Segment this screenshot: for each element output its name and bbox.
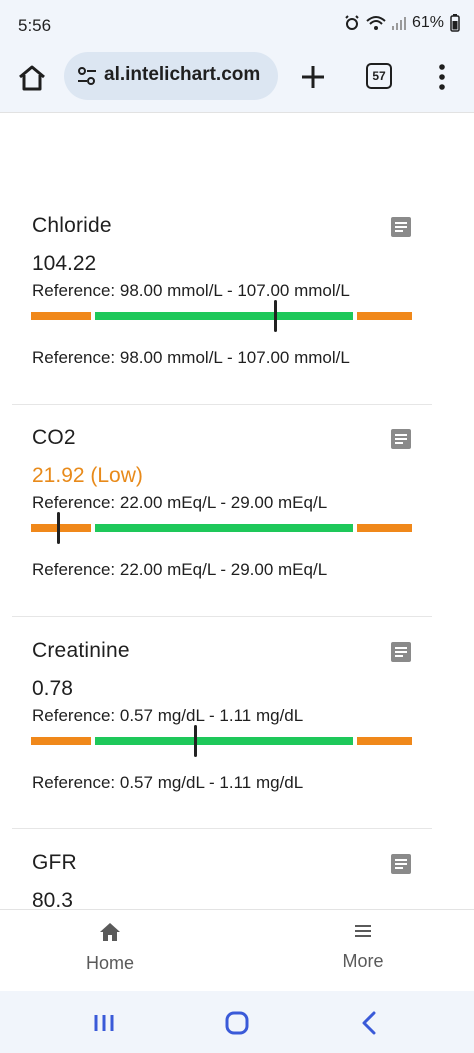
tab-switcher-button[interactable]: 57 — [366, 63, 392, 89]
range-high-segment — [357, 312, 412, 320]
range-high-segment — [357, 524, 412, 532]
lab-reference: Reference: 0.57 mg/dL - 1.11 mg/dL — [32, 706, 304, 725]
notes-icon[interactable] — [390, 853, 412, 875]
tab-count: 57 — [372, 69, 386, 83]
lab-name: CO2 — [32, 426, 76, 449]
range-bar — [31, 725, 412, 757]
lab-name: Creatinine — [32, 639, 130, 662]
lab-name: GFR — [32, 851, 77, 874]
battery-icon — [450, 14, 460, 32]
system-nav-bar — [0, 991, 474, 1053]
nav-more-label: More — [342, 951, 384, 971]
status-bar: 5:56 61% — [0, 0, 474, 52]
range-low-segment — [31, 312, 91, 320]
battery-percent: 61% — [411, 14, 444, 31]
lab-value: 21.92 (Low) — [32, 464, 143, 487]
lab-card-chloride: Chloride 104.22 Reference: 98.00 mmol/L … — [12, 214, 432, 404]
range-low-segment — [31, 524, 91, 532]
range-normal-segment — [95, 312, 353, 320]
nav-home[interactable]: Home — [50, 922, 170, 974]
new-tab-icon[interactable] — [298, 62, 328, 92]
nav-more[interactable]: More — [303, 922, 423, 972]
lab-card-gfr: GFR 80.3 — [12, 851, 432, 909]
home-system-icon[interactable] — [223, 1009, 251, 1037]
more-vert-icon[interactable] — [432, 62, 452, 92]
value-marker — [194, 725, 197, 757]
lab-value: 104.22 — [32, 252, 97, 275]
value-marker — [57, 512, 60, 544]
card-divider — [12, 404, 432, 405]
lab-reference: Reference: 98.00 mmol/L - 107.00 mmol/L — [32, 281, 350, 300]
notes-icon[interactable] — [390, 428, 412, 450]
browser-toolbar: al.intelichart.com 57 — [0, 52, 474, 112]
lab-reference-repeat: Reference: 22.00 mEq/L - 29.00 mEq/L — [32, 560, 328, 579]
lab-card-co2: CO2 21.92 (Low) Reference: 22.00 mEq/L -… — [12, 426, 432, 616]
value-marker — [274, 300, 277, 332]
home-icon[interactable] — [16, 62, 48, 94]
lab-reference-repeat: Reference: 0.57 mg/dL - 1.11 mg/dL — [32, 773, 304, 792]
recent-apps-icon[interactable] — [90, 1009, 118, 1037]
site-settings-icon[interactable] — [76, 65, 98, 87]
home-icon — [100, 923, 120, 941]
card-divider — [12, 616, 432, 617]
status-time: 5:56 — [18, 16, 52, 35]
address-bar[interactable]: al.intelichart.com — [64, 52, 278, 100]
range-low-segment — [31, 737, 91, 745]
back-icon[interactable] — [356, 1009, 384, 1037]
wifi-icon — [366, 16, 386, 30]
lab-name: Chloride — [32, 214, 112, 237]
card-divider — [12, 828, 432, 829]
nav-home-label: Home — [85, 953, 134, 973]
range-bar — [31, 512, 412, 544]
menu-icon — [355, 925, 371, 937]
lab-reference-repeat: Reference: 98.00 mmol/L - 107.00 mmol/L — [32, 348, 350, 367]
status-icons: 61% — [344, 14, 460, 32]
alarm-icon — [345, 15, 359, 30]
range-normal-segment — [95, 737, 353, 745]
notes-icon[interactable] — [390, 216, 412, 238]
signal-icon — [391, 17, 406, 30]
lab-results-list: Chloride 104.22 Reference: 98.00 mmol/L … — [0, 113, 474, 909]
app-bottom-nav: Home More — [0, 909, 474, 991]
range-normal-segment — [95, 524, 353, 532]
lab-reference: Reference: 22.00 mEq/L - 29.00 mEq/L — [32, 493, 328, 512]
range-bar — [31, 300, 412, 332]
range-high-segment — [357, 737, 412, 745]
url-text: al.intelichart.com — [104, 64, 261, 85]
lab-value: 80.3 — [32, 889, 73, 909]
notes-icon[interactable] — [390, 641, 412, 663]
lab-value: 0.78 — [32, 677, 73, 700]
lab-card-creatinine: Creatinine 0.78 Reference: 0.57 mg/dL - … — [12, 639, 432, 829]
